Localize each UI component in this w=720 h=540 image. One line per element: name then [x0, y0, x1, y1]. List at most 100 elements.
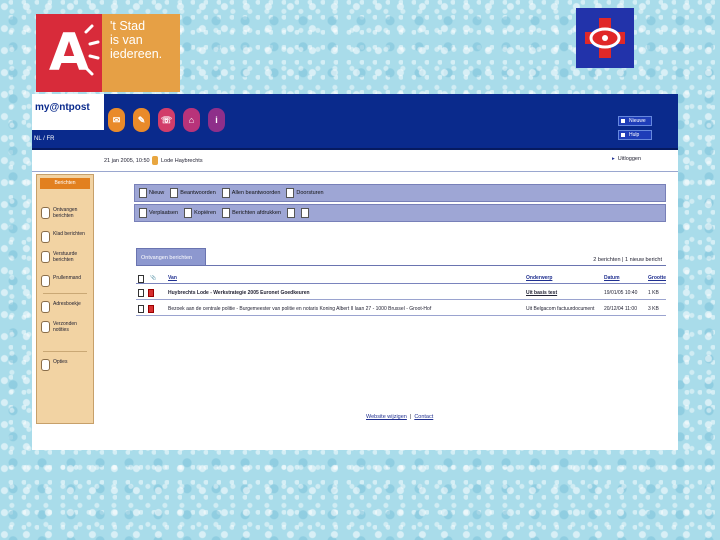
sidebar-item-label: Ontvangen berichten: [53, 207, 78, 219]
options-icon: [41, 359, 50, 371]
sidebar-item-drafts[interactable]: Klad berichten: [41, 231, 93, 243]
antwerp-a-mark: A: [36, 14, 102, 92]
user-name: Lode Haybrechts: [161, 157, 203, 164]
main-nav: ✉ ✎ ☏ ⌂ i: [108, 108, 225, 132]
table-header: 📎 Van Onderwerp Datum Grootte: [136, 272, 666, 284]
sidebar-item-label: Verstuurde berichten: [53, 251, 78, 263]
antwerp-logo: A 't Stad is van iedereen.: [36, 14, 180, 92]
new-window-button[interactable]: Nieuwe: [618, 116, 652, 126]
row-subject[interactable]: Bezoek aan de centrale politie - Burgeme…: [168, 306, 512, 312]
forward-icon: [286, 188, 295, 198]
reply-all-icon: [221, 188, 230, 198]
row-sender: Uit basis test: [526, 290, 558, 296]
folder-tabs: Ontvangen berichten 2 berichten | 1 nieu…: [136, 248, 666, 266]
row-date: 19/01/05 10:40: [604, 290, 638, 296]
refresh-button[interactable]: [301, 208, 310, 218]
brand-logo: my@ntpost: [32, 94, 104, 130]
info-nav-icon[interactable]: i: [208, 108, 225, 132]
tab-underline: [136, 265, 666, 266]
user-info: Lode Haybrechts: [152, 156, 203, 165]
move-button[interactable]: Verplaatsen: [139, 208, 178, 218]
new-icon: [139, 188, 147, 198]
sidebar-divider: [43, 293, 87, 294]
unread-mail-icon: [148, 289, 154, 297]
table-row[interactable]: Bezoek aan de centrale politie - Burgeme…: [136, 302, 666, 316]
column-sender[interactable]: Onderwerp: [526, 275, 598, 281]
forward-button[interactable]: Doorsturen: [286, 188, 324, 198]
arrow-right-icon: ▸: [612, 156, 615, 162]
drafts-icon: [41, 231, 50, 243]
tab-inbox[interactable]: Ontvangen berichten: [136, 248, 206, 266]
sidebar-item-label: Adresboekje: [53, 301, 81, 307]
app-header: my@ntpost NL / FR ✉ ✎ ☏ ⌂ i Nieuwe Hulp: [32, 94, 678, 150]
row-sender: Uit Belgacom factuurdocument: [526, 306, 595, 312]
trash-icon: [41, 275, 50, 287]
attachment-header-icon: 📎: [150, 275, 157, 281]
row-checkbox[interactable]: [138, 289, 144, 297]
reply-button[interactable]: Beantwoorden: [170, 188, 216, 198]
delete-icon: [287, 208, 296, 218]
page-footer: Website wijzigen | Contact: [366, 414, 433, 420]
reply-icon: [170, 188, 179, 198]
footer-link-contact[interactable]: Contact: [414, 414, 433, 420]
sidebar-item-label: Opties: [53, 359, 68, 365]
action-toolbar: Verplaatsen Kopiëren Berichten afdrukken: [134, 204, 666, 222]
new-message-button[interactable]: Nieuw: [139, 188, 164, 198]
sidebar-item-label: Prullenmand: [53, 275, 82, 281]
mail-app-window: my@ntpost NL / FR ✉ ✎ ☏ ⌂ i Nieuwe Hulp …: [32, 94, 678, 450]
logout-link[interactable]: ▸ Uitloggen: [612, 156, 641, 162]
row-size: 1 KB: [648, 290, 659, 296]
sidebar: Berichten Ontvangen berichten Klad beric…: [36, 174, 94, 424]
column-size[interactable]: Grootte: [648, 275, 666, 281]
sent-icon: [41, 251, 50, 263]
logout-label: Uitloggen: [617, 156, 642, 162]
message-count: 2 berichten | 1 nieuw bericht: [593, 257, 662, 263]
inbox-icon: [41, 207, 50, 219]
sidebar-item-sent[interactable]: Verstuurde berichten: [41, 251, 93, 263]
table-row[interactable]: Huybrechts Lode - Werkstrategie 2005 Eur…: [136, 286, 666, 300]
compose-nav-icon[interactable]: ✎: [133, 108, 150, 132]
column-subject[interactable]: Van: [168, 275, 512, 281]
row-size: 3 KB: [648, 306, 659, 312]
sidebar-header: Berichten: [40, 178, 90, 189]
reply-all-button[interactable]: Allen beantwoorden: [221, 188, 280, 198]
footer-link-website[interactable]: Website wijzigen: [366, 414, 407, 420]
row-subject[interactable]: Huybrechts Lode - Werkstrategie 2005 Eur…: [168, 290, 512, 296]
sidebar-item-inbox[interactable]: Ontvangen berichten: [41, 207, 93, 219]
current-date: 21 jan 2005, 10:50: [104, 158, 150, 164]
rail-logo: [576, 8, 634, 68]
status-bar: 21 jan 2005, 10:50 Lode Haybrechts ▸ Uit…: [32, 152, 678, 172]
select-all-checkbox[interactable]: [138, 275, 144, 283]
help-button[interactable]: Hulp: [618, 130, 652, 140]
addressbook-nav-icon[interactable]: ☏: [158, 108, 175, 132]
sidebar-item-notes[interactable]: Verzonden notities: [41, 321, 93, 333]
sidebar-item-label: Verzonden notities: [53, 321, 77, 333]
sidebar-item-trash[interactable]: Prullenmand: [41, 275, 93, 287]
folders-nav-icon[interactable]: ⌂: [183, 108, 200, 132]
addressbook-icon: [41, 301, 50, 313]
print-button[interactable]: Berichten afdrukken: [222, 208, 281, 218]
inbox-nav-icon[interactable]: ✉: [108, 108, 125, 132]
copy-icon: [184, 208, 193, 218]
sunburst-icon: [84, 24, 100, 76]
sidebar-divider: [43, 351, 87, 352]
footer-separator: |: [409, 414, 412, 420]
sidebar-item-addressbook[interactable]: Adresboekje: [41, 301, 93, 313]
copy-button[interactable]: Kopiëren: [184, 208, 216, 218]
row-date: 20/12/04 11:00: [604, 306, 637, 312]
move-icon: [139, 208, 147, 218]
language-switch[interactable]: NL / FR: [34, 136, 54, 142]
refresh-icon: [301, 208, 310, 218]
sidebar-item-label: Klad berichten: [53, 231, 85, 237]
logo-slogan: 't Stad is van iedereen.: [110, 19, 163, 61]
column-date[interactable]: Datum: [604, 275, 644, 281]
mail-icon: [148, 305, 154, 313]
sidebar-item-options[interactable]: Opties: [41, 359, 93, 371]
delete-button[interactable]: [287, 208, 296, 218]
print-icon: [222, 208, 231, 218]
notes-icon: [41, 321, 50, 333]
rail-emblem-icon: [585, 18, 625, 58]
message-toolbar: Nieuw Beantwoorden Allen beantwoorden Do…: [134, 184, 666, 202]
user-icon: [152, 156, 158, 165]
row-checkbox[interactable]: [138, 305, 144, 313]
